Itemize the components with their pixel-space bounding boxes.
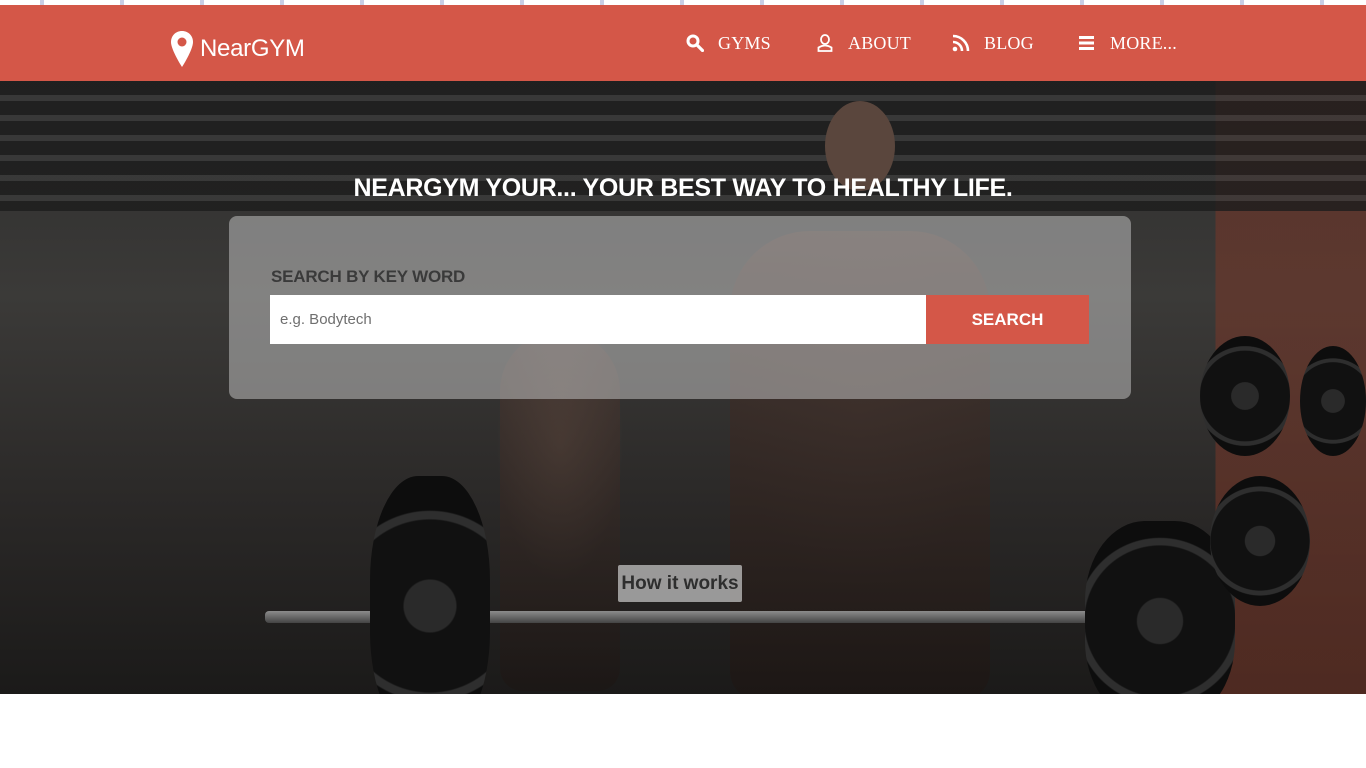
nav-item-label: BLOG [984,32,1034,53]
hero-background-plate [1200,336,1290,456]
nav-item-label: ABOUT [848,32,911,53]
hero-background-plate [370,476,490,694]
brand-name: NearGYM [200,35,305,62]
user-icon [817,34,833,52]
nav-item-more[interactable]: MORE... [1078,29,1177,57]
search-button[interactable]: SEARCH [926,295,1089,344]
nav-item-gyms[interactable]: GYMS [686,29,771,57]
search-icon [686,34,704,52]
nav-item-label: MORE... [1110,32,1177,53]
how-it-works-button[interactable]: How it works [618,565,742,602]
search-input[interactable] [270,295,926,344]
hero-background-plate [1300,346,1366,456]
search-label: SEARCH BY KEY WORD [271,267,466,286]
brand-logo-link[interactable]: NearGYM [170,29,305,69]
hero-title: NEARGYM YOUR... YOUR BEST WAY TO HEALTHY… [353,174,1013,202]
nav-item-blog[interactable]: BLOG [952,29,1034,57]
rss-icon [952,34,970,52]
hero-section: NEARGYM YOUR... YOUR BEST WAY TO HEALTHY… [0,81,1366,694]
map-pin-icon [171,31,193,67]
nav-item-about[interactable]: ABOUT [816,29,911,57]
search-panel: SEARCH BY KEY WORD SEARCH [229,216,1131,399]
nav-item-label: GYMS [718,32,771,53]
top-navbar: NearGYM GYMS ABOUT BLOG MORE... [0,5,1366,81]
menu-icon [1079,36,1094,50]
hero-background-plate [1210,476,1310,606]
